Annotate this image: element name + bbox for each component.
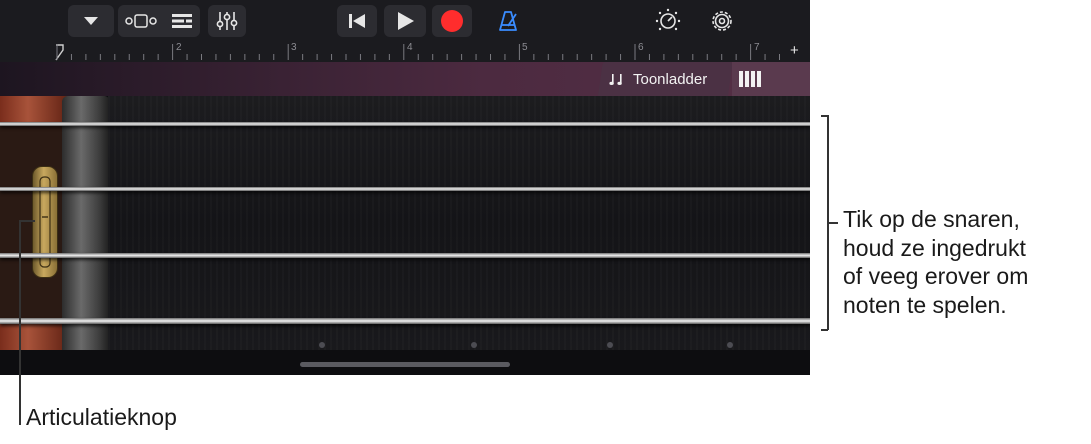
tracks-view-icon <box>172 14 192 28</box>
control-bar <box>0 0 810 42</box>
metronome-button[interactable] <box>490 5 526 37</box>
knob-leader <box>19 220 21 425</box>
play-button[interactable] <box>384 5 426 37</box>
view-toggle-group <box>118 5 200 37</box>
mixer-button[interactable] <box>208 5 246 37</box>
fret-marker <box>607 342 613 348</box>
ruler-mark: 4 <box>407 42 413 53</box>
fret-marker <box>319 342 325 348</box>
scale-button-label: Toonladder <box>633 70 708 88</box>
ruler-mark: 6 <box>638 42 644 53</box>
home-indicator[interactable] <box>300 362 510 367</box>
record-button[interactable] <box>432 5 472 37</box>
ruler-mark: 2 <box>176 42 182 53</box>
smart-controls-button[interactable] <box>125 13 157 29</box>
play-icon <box>398 12 414 30</box>
ruler-mark: 5 <box>522 42 528 53</box>
ruler-ticks <box>56 44 780 60</box>
smart-controls-icon <box>125 14 157 28</box>
articulation-knob-icon <box>39 176 51 268</box>
rewind-button[interactable] <box>337 5 377 37</box>
notes-view-icon <box>739 71 761 87</box>
mixer-icon <box>216 12 238 30</box>
garageband-window: 2 3 4 5 6 7 + Toonladder <box>0 0 810 375</box>
scale-button[interactable]: Toonladder <box>609 62 727 96</box>
notes-view-button[interactable] <box>732 62 810 96</box>
tracks-view-button[interactable] <box>171 13 193 29</box>
music-notes-icon <box>609 74 622 85</box>
articulation-knob[interactable] <box>32 166 58 278</box>
fretboard[interactable] <box>108 96 810 350</box>
articulation-knob-callout: Articulatieknop <box>26 404 177 430</box>
fret-marker <box>727 342 733 348</box>
dropdown-icon <box>84 17 98 25</box>
strings-bracket-bottom <box>821 329 828 331</box>
bass-instrument <box>0 96 810 350</box>
skip-back-icon <box>349 14 365 28</box>
settings-button[interactable] <box>704 5 740 37</box>
strings-leader <box>828 222 838 224</box>
bass-bridge <box>62 96 110 350</box>
tab-strip: Toonladder <box>0 62 810 96</box>
add-section-button[interactable]: + <box>790 42 799 59</box>
record-icon <box>441 10 463 32</box>
ruler-mark: 3 <box>291 42 297 53</box>
knob-leader-top <box>19 220 35 222</box>
ruler-mark: 7 <box>754 42 760 53</box>
volume-knob-icon <box>655 8 681 31</box>
timeline-ruler[interactable]: 2 3 4 5 6 7 + <box>0 42 810 63</box>
master-volume-button[interactable] <box>650 5 686 37</box>
string-4[interactable] <box>0 318 810 324</box>
tracks-dropdown-button[interactable] <box>68 5 114 37</box>
string-1[interactable] <box>0 122 810 126</box>
string-2[interactable] <box>0 187 810 191</box>
fret-marker <box>471 342 477 348</box>
gear-icon <box>712 11 732 31</box>
strings-callout: Tik op de snaren, houd ze ingedrukt of v… <box>843 206 1029 318</box>
metronome-icon <box>499 11 517 31</box>
string-3[interactable] <box>0 253 810 258</box>
